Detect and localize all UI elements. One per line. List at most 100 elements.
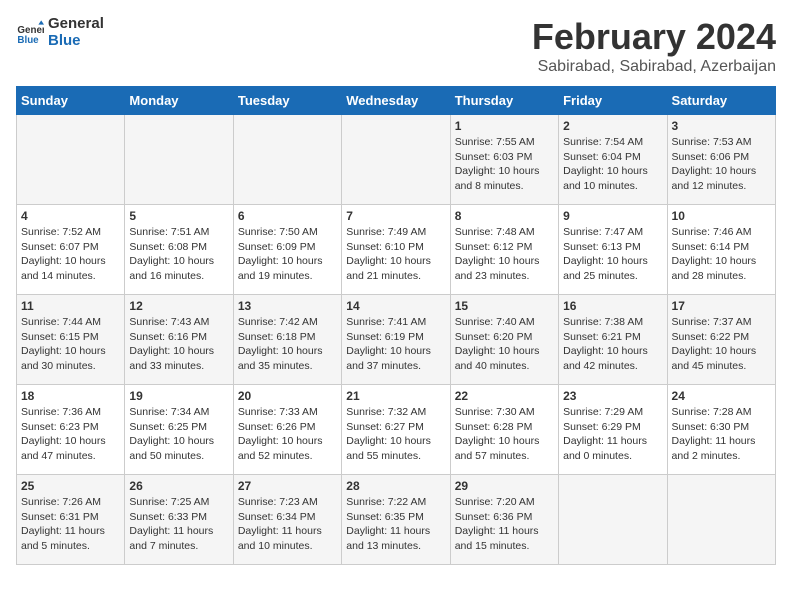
day-number: 27 [238,479,337,493]
header-cell-monday: Monday [125,87,233,115]
day-info: Sunrise: 7:46 AM Sunset: 6:14 PM Dayligh… [672,225,771,284]
header-cell-thursday: Thursday [450,87,558,115]
day-info: Sunrise: 7:28 AM Sunset: 6:30 PM Dayligh… [672,405,771,464]
day-cell [559,475,667,565]
day-number: 26 [129,479,228,493]
day-cell: 6 Sunrise: 7:50 AM Sunset: 6:09 PM Daylig… [233,205,341,295]
day-number: 19 [129,389,228,403]
day-info: Sunrise: 7:50 AM Sunset: 6:09 PM Dayligh… [238,225,337,284]
day-cell: 29Sunrise: 7:20 AM Sunset: 6:36 PM Dayli… [450,475,558,565]
day-number: 23 [563,389,662,403]
day-cell: 24 Sunrise: 7:28 AM Sunset: 6:30 PM Dayli… [667,385,775,475]
day-info: Sunrise: 7:55 AM Sunset: 6:03 PM Dayligh… [455,135,554,194]
day-cell: 2 Sunrise: 7:54 AM Sunset: 6:04 PM Daylig… [559,115,667,205]
day-info: Sunrise: 7:29 AM Sunset: 6:29 PM Dayligh… [563,405,662,464]
day-number: 1 [455,119,554,133]
header-cell-wednesday: Wednesday [342,87,450,115]
day-cell: 26Sunrise: 7:25 AM Sunset: 6:33 PM Dayli… [125,475,233,565]
day-number: 10 [672,209,771,223]
day-cell [233,115,341,205]
calendar-table: SundayMondayTuesdayWednesdayThursdayFrid… [16,86,776,565]
calendar-header: SundayMondayTuesdayWednesdayThursdayFrid… [17,87,776,115]
day-number: 21 [346,389,445,403]
day-info: Sunrise: 7:41 AM Sunset: 6:19 PM Dayligh… [346,315,445,374]
day-cell: 10 Sunrise: 7:46 AM Sunset: 6:14 PM Dayli… [667,205,775,295]
day-info: Sunrise: 7:38 AM Sunset: 6:21 PM Dayligh… [563,315,662,374]
day-info: Sunrise: 7:51 AM Sunset: 6:08 PM Dayligh… [129,225,228,284]
subtitle: Sabirabad, Sabirabad, Azerbaijan [532,58,776,76]
day-cell: 3 Sunrise: 7:53 AM Sunset: 6:06 PM Daylig… [667,115,775,205]
day-number: 5 [129,209,228,223]
day-info: Sunrise: 7:22 AM Sunset: 6:35 PM Dayligh… [346,495,445,554]
day-cell: 21 Sunrise: 7:32 AM Sunset: 6:27 PM Dayli… [342,385,450,475]
day-cell [17,115,125,205]
day-info: Sunrise: 7:54 AM Sunset: 6:04 PM Dayligh… [563,135,662,194]
week-row-3: 11 Sunrise: 7:44 AM Sunset: 6:15 PM Dayli… [17,295,776,385]
header-cell-tuesday: Tuesday [233,87,341,115]
day-number: 18 [21,389,120,403]
day-cell: 25 Sunrise: 7:26 AM Sunset: 6:31 PM Dayli… [17,475,125,565]
header-cell-saturday: Saturday [667,87,775,115]
logo-icon: General Blue [16,19,44,47]
day-cell: 22Sunrise: 7:30 AM Sunset: 6:28 PM Dayli… [450,385,558,475]
day-info: Sunrise: 7:33 AM Sunset: 6:26 PM Dayligh… [238,405,337,464]
week-row-5: 25 Sunrise: 7:26 AM Sunset: 6:31 PM Dayli… [17,475,776,565]
header-cell-friday: Friday [559,87,667,115]
day-number: 22 [455,389,554,403]
header-row: SundayMondayTuesdayWednesdayThursdayFrid… [17,87,776,115]
day-info: Sunrise: 7:34 AM Sunset: 6:25 PM Dayligh… [129,405,228,464]
day-cell: 12Sunrise: 7:43 AM Sunset: 6:16 PM Dayli… [125,295,233,385]
day-cell: 13Sunrise: 7:42 AM Sunset: 6:18 PM Dayli… [233,295,341,385]
day-info: Sunrise: 7:26 AM Sunset: 6:31 PM Dayligh… [21,495,120,554]
day-info: Sunrise: 7:53 AM Sunset: 6:06 PM Dayligh… [672,135,771,194]
day-info: Sunrise: 7:42 AM Sunset: 6:18 PM Dayligh… [238,315,337,374]
week-row-4: 18 Sunrise: 7:36 AM Sunset: 6:23 PM Dayli… [17,385,776,475]
svg-text:Blue: Blue [17,34,39,45]
main-title: February 2024 [532,16,776,58]
day-info: Sunrise: 7:49 AM Sunset: 6:10 PM Dayligh… [346,225,445,284]
day-cell [342,115,450,205]
calendar-body: 1 Sunrise: 7:55 AM Sunset: 6:03 PM Daylig… [17,115,776,565]
day-number: 4 [21,209,120,223]
day-number: 3 [672,119,771,133]
day-info: Sunrise: 7:32 AM Sunset: 6:27 PM Dayligh… [346,405,445,464]
day-info: Sunrise: 7:36 AM Sunset: 6:23 PM Dayligh… [21,405,120,464]
day-cell: 23 Sunrise: 7:29 AM Sunset: 6:29 PM Dayli… [559,385,667,475]
logo: General Blue General Blue [16,16,104,49]
day-number: 9 [563,209,662,223]
day-cell: 27 Sunrise: 7:23 AM Sunset: 6:34 PM Dayli… [233,475,341,565]
day-info: Sunrise: 7:37 AM Sunset: 6:22 PM Dayligh… [672,315,771,374]
header-cell-sunday: Sunday [17,87,125,115]
day-number: 11 [21,299,120,313]
day-info: Sunrise: 7:47 AM Sunset: 6:13 PM Dayligh… [563,225,662,284]
day-number: 16 [563,299,662,313]
day-number: 15 [455,299,554,313]
day-cell: 15Sunrise: 7:40 AM Sunset: 6:20 PM Dayli… [450,295,558,385]
day-number: 24 [672,389,771,403]
day-cell: 20Sunrise: 7:33 AM Sunset: 6:26 PM Dayli… [233,385,341,475]
day-info: Sunrise: 7:43 AM Sunset: 6:16 PM Dayligh… [129,315,228,374]
day-cell: 7 Sunrise: 7:49 AM Sunset: 6:10 PM Daylig… [342,205,450,295]
week-row-2: 4 Sunrise: 7:52 AM Sunset: 6:07 PM Daylig… [17,205,776,295]
header: General Blue General Blue February 2024 … [16,16,776,76]
title-area: February 2024 Sabirabad, Sabirabad, Azer… [532,16,776,76]
day-cell: 16 Sunrise: 7:38 AM Sunset: 6:21 PM Dayli… [559,295,667,385]
day-info: Sunrise: 7:48 AM Sunset: 6:12 PM Dayligh… [455,225,554,284]
day-cell: 17Sunrise: 7:37 AM Sunset: 6:22 PM Dayli… [667,295,775,385]
day-number: 8 [455,209,554,223]
day-number: 28 [346,479,445,493]
day-cell [125,115,233,205]
logo-text-blue: Blue [48,33,104,50]
day-number: 25 [21,479,120,493]
logo-text-general: General [48,16,104,33]
day-number: 6 [238,209,337,223]
day-cell: 8 Sunrise: 7:48 AM Sunset: 6:12 PM Daylig… [450,205,558,295]
day-info: Sunrise: 7:52 AM Sunset: 6:07 PM Dayligh… [21,225,120,284]
day-info: Sunrise: 7:23 AM Sunset: 6:34 PM Dayligh… [238,495,337,554]
day-cell: 28 Sunrise: 7:22 AM Sunset: 6:35 PM Dayli… [342,475,450,565]
day-number: 7 [346,209,445,223]
day-number: 2 [563,119,662,133]
day-info: Sunrise: 7:44 AM Sunset: 6:15 PM Dayligh… [21,315,120,374]
day-cell: 11 Sunrise: 7:44 AM Sunset: 6:15 PM Dayli… [17,295,125,385]
week-row-1: 1 Sunrise: 7:55 AM Sunset: 6:03 PM Daylig… [17,115,776,205]
